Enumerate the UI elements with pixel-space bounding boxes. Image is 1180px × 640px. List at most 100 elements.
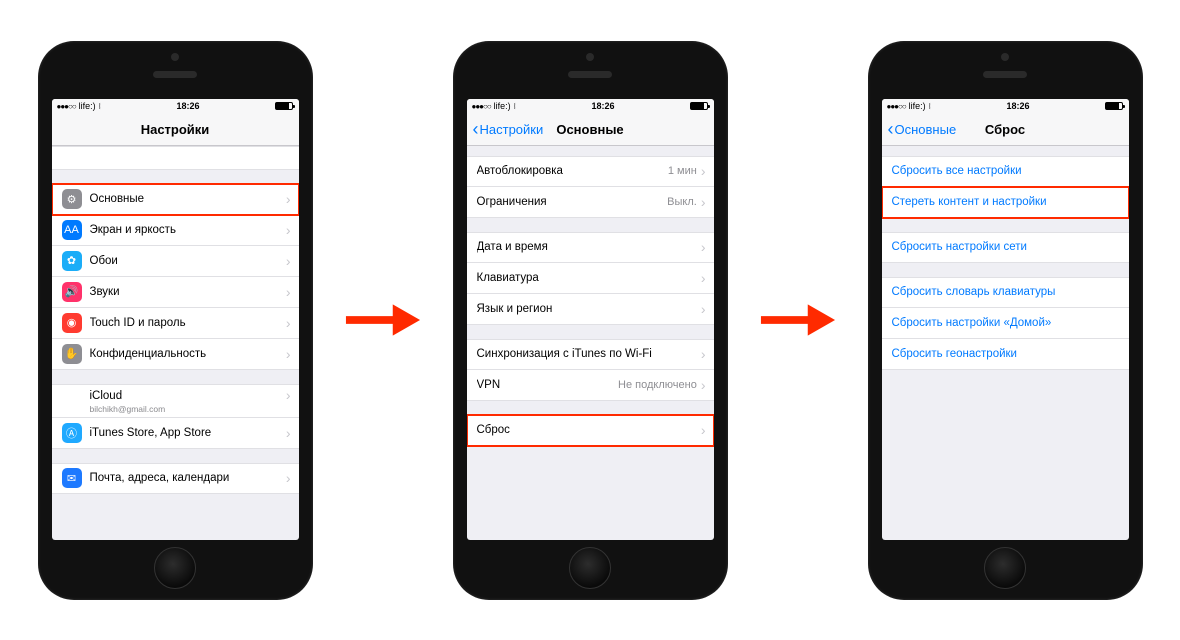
row-keyboard[interactable]: Клавиатура› <box>467 263 714 294</box>
chevron-right-icon: › <box>286 346 291 362</box>
carrier-label: life:) <box>494 101 511 111</box>
row-label: Экран и яркость <box>90 224 286 236</box>
wifi-icon: ⧙ <box>514 101 516 112</box>
row-erase-all[interactable]: Стереть контент и настройки <box>882 187 1129 218</box>
chevron-right-icon: › <box>286 387 291 403</box>
group-sync: Синхронизация с iTunes по Wi-Fi›VPNНе по… <box>467 339 714 401</box>
chevron-right-icon: › <box>286 315 291 331</box>
touchid-icon: ◉ <box>62 313 82 333</box>
phone-settings: ●●●○○ life:) ⧙ 18:26 Настройки ⚙Основные… <box>38 41 313 600</box>
row-label: Звуки <box>90 286 286 298</box>
navbar-general: ‹ Настройки Основные <box>467 114 714 146</box>
camera-dot <box>171 53 179 61</box>
row-label: Touch ID и пароль <box>90 317 286 329</box>
row-vpn[interactable]: VPNНе подключено› <box>467 370 714 401</box>
row-autolock[interactable]: Автоблокировка1 мин› <box>467 156 714 187</box>
chevron-right-icon: › <box>286 222 291 238</box>
group-reset: Сброс› <box>467 415 714 446</box>
clock: 18:26 <box>1007 101 1030 111</box>
row-label: Сбросить настройки сети <box>892 241 1121 253</box>
row-label: Конфиденциальность <box>90 348 286 360</box>
row-display[interactable]: AAЭкран и яркость› <box>52 215 299 246</box>
row-mail[interactable]: ✉ Почта, адреса, календари› <box>52 463 299 494</box>
back-label: Основные <box>895 122 957 137</box>
group-reset3: Сбросить словарь клавиатуры Сбросить наст… <box>882 277 1129 370</box>
row-label: Сбросить настройки «Домой» <box>892 317 1121 329</box>
row-detail: 1 мин <box>668 165 697 177</box>
row-sounds[interactable]: 🔊 Звуки› <box>52 277 299 308</box>
home-button[interactable] <box>154 547 196 589</box>
home-button[interactable] <box>569 547 611 589</box>
camera-dot <box>1001 53 1009 61</box>
battery-icon <box>1105 102 1123 110</box>
chevron-right-icon: › <box>701 239 706 255</box>
chevron-right-icon: › <box>286 470 291 486</box>
chevron-right-icon: › <box>286 253 291 269</box>
page-title: Основные <box>556 122 623 137</box>
screen-settings: ●●●○○ life:) ⧙ 18:26 Настройки ⚙Основные… <box>52 99 299 540</box>
screen-reset: ●●●○○ life:) ⧙ 18:26 ‹ Основные Сброс Сб… <box>882 99 1129 540</box>
chevron-right-icon: › <box>286 191 291 207</box>
group-reset2: Сбросить настройки сети <box>882 232 1129 263</box>
row-privacy[interactable]: ✋ Конфиденциальность› <box>52 339 299 370</box>
group-general: ⚙Основные›AAЭкран и яркость›✿Обои› 🔊 Звуки… <box>52 184 299 370</box>
home-button[interactable] <box>984 547 1026 589</box>
row-wallpaper[interactable]: ✿Обои› <box>52 246 299 277</box>
chevron-right-icon: › <box>286 425 291 441</box>
row-reset-network[interactable]: Сбросить настройки сети <box>882 232 1129 263</box>
group-mail: ✉ Почта, адреса, календари› <box>52 463 299 494</box>
status-bar: ●●●○○ life:) ⧙ 18:26 <box>52 99 299 114</box>
row-label: Ограничения <box>477 196 668 208</box>
row-reset-home[interactable]: Сбросить настройки «Домой» <box>882 308 1129 339</box>
chevron-right-icon: › <box>286 284 291 300</box>
row-detail: Выкл. <box>667 196 697 208</box>
arrow-icon <box>343 298 423 342</box>
row-subtitle: bilchikh@gmail.com <box>90 404 166 414</box>
sounds-icon: 🔊 <box>62 282 82 302</box>
chevron-left-icon: ‹ <box>473 120 479 138</box>
row-itunes[interactable]: ⒶiTunes Store, App Store› <box>52 418 299 449</box>
row-restrict[interactable]: ОграниченияВыкл. › <box>467 187 714 218</box>
row-label: iCloud <box>90 390 286 402</box>
camera-dot <box>586 53 594 61</box>
privacy-icon: ✋ <box>62 344 82 364</box>
speaker-slot <box>568 71 612 78</box>
speaker-slot <box>153 71 197 78</box>
status-bar: ●●●○○ life:) ⧙ 18:26 <box>882 99 1129 114</box>
group-reset1: Сбросить все настройкиСтереть контент и … <box>882 156 1129 218</box>
back-button[interactable]: ‹ Основные <box>888 114 957 145</box>
chevron-right-icon: › <box>701 346 706 362</box>
row-reset-location[interactable]: Сбросить геонастройки <box>882 339 1129 370</box>
navbar-reset: ‹ Основные Сброс <box>882 114 1129 146</box>
mail-icon: ✉ <box>62 468 82 488</box>
page-title: Настройки <box>141 122 210 137</box>
chevron-right-icon: › <box>701 270 706 286</box>
row-reset-settings[interactable]: Сбросить все настройки <box>882 156 1129 187</box>
group-lock: Автоблокировка1 мин› ОграниченияВыкл. › <box>467 156 714 218</box>
back-button[interactable]: ‹ Настройки <box>473 114 544 145</box>
wifi-icon: ⧙ <box>929 101 931 112</box>
row-label: Язык и регион <box>477 303 701 315</box>
phone-general: ●●●○○ life:) ⧙ 18:26 ‹ Настройки Основны… <box>453 41 728 600</box>
row-touchid[interactable]: ◉ Touch ID и пароль› <box>52 308 299 339</box>
settings-list[interactable]: ⚙Основные›AAЭкран и яркость›✿Обои› 🔊 Звуки… <box>52 146 299 540</box>
clock: 18:26 <box>177 101 200 111</box>
row-datetime[interactable]: Дата и время› <box>467 232 714 263</box>
row-label: Дата и время <box>477 241 701 253</box>
reset-list[interactable]: Сбросить все настройкиСтереть контент и … <box>882 146 1129 540</box>
general-list[interactable]: Автоблокировка1 мин› ОграниченияВыкл. › Да… <box>467 146 714 540</box>
row-reset-keyboard-dict[interactable]: Сбросить словарь клавиатуры <box>882 277 1129 308</box>
signal-dots: ●●●○○ <box>57 102 76 111</box>
clock: 18:26 <box>592 101 615 111</box>
row-label: Почта, адреса, календари <box>90 472 286 484</box>
row-reset[interactable]: Сброс› <box>467 415 714 446</box>
row-lang[interactable]: Язык и регион› <box>467 294 714 325</box>
battery-icon <box>275 102 293 110</box>
row-icloud[interactable]: ☁iCloudbilchikh@gmail.com› <box>52 384 299 418</box>
row-general[interactable]: ⚙Основные› <box>52 184 299 215</box>
row-wifi-sync[interactable]: Синхронизация с iTunes по Wi-Fi› <box>467 339 714 370</box>
navbar-settings: Настройки <box>52 114 299 146</box>
chevron-right-icon: › <box>701 194 706 210</box>
back-label: Настройки <box>480 122 544 137</box>
group-accounts: ☁iCloudbilchikh@gmail.com›ⒶiTunes Store,… <box>52 384 299 449</box>
